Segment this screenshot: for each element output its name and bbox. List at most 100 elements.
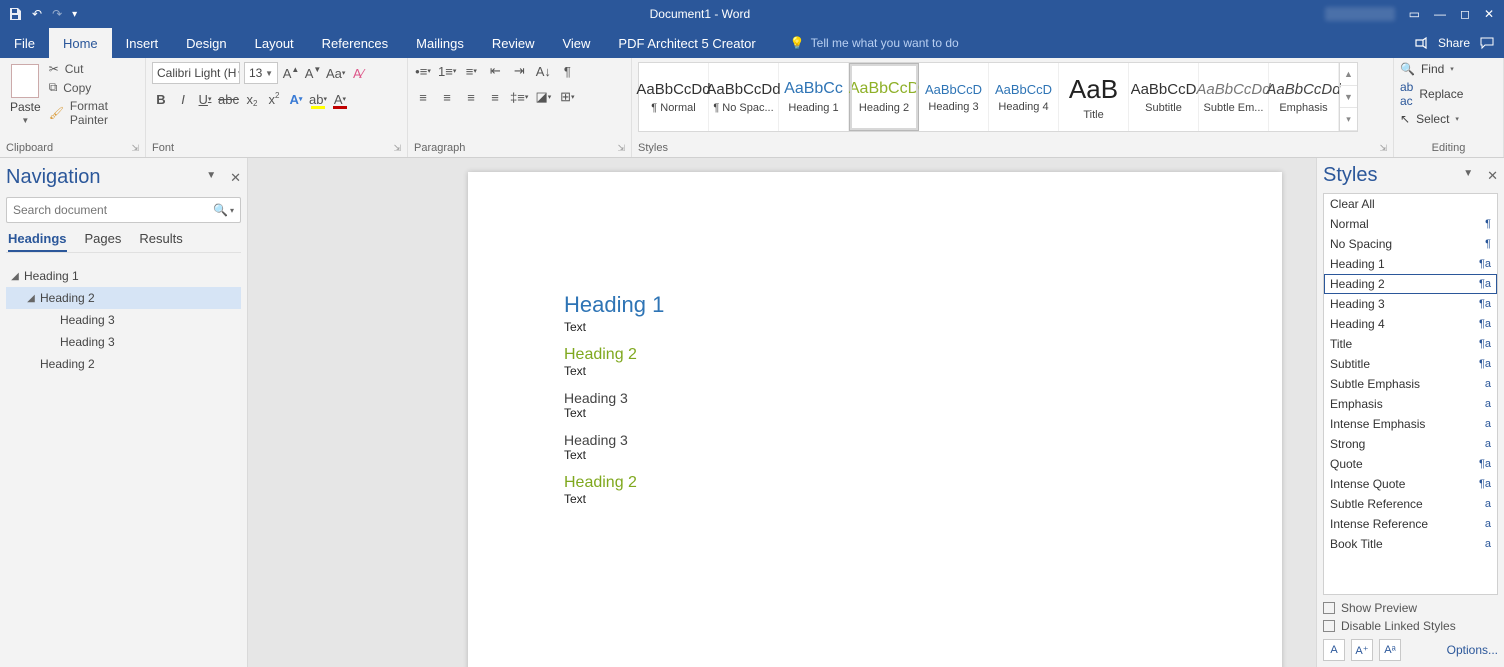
show-preview-checkbox[interactable]: Show Preview xyxy=(1323,601,1498,615)
highlight-button[interactable]: ab▾ xyxy=(309,90,327,108)
style-list-item[interactable]: Subtle Emphasisa xyxy=(1324,374,1497,394)
style-list-item[interactable]: Quote¶a xyxy=(1324,454,1497,474)
style-tile-title[interactable]: AaBTitle xyxy=(1059,63,1129,131)
save-icon[interactable] xyxy=(8,7,22,21)
ribbon-display-icon[interactable]: ▭ xyxy=(1409,7,1420,21)
change-case-button[interactable]: Aa▾ xyxy=(326,64,345,82)
show-marks-button[interactable]: ¶ xyxy=(558,62,576,80)
tab-file[interactable]: File xyxy=(0,28,49,58)
search-icon[interactable]: 🔍 xyxy=(213,203,228,217)
dialog-launcher-icon[interactable]: ⇲ xyxy=(393,139,401,157)
expand-gallery-icon[interactable]: ▾ xyxy=(1340,108,1357,131)
style-tile-subtle-em-[interactable]: AaBbCcDdSubtle Em... xyxy=(1199,63,1269,131)
doc-text[interactable]: Text xyxy=(564,320,1186,334)
close-pane-icon[interactable]: ✕ xyxy=(1487,168,1498,184)
style-list-item[interactable]: Subtle Referencea xyxy=(1324,494,1497,514)
font-color-button[interactable]: A▾ xyxy=(331,90,349,108)
grow-font-button[interactable]: A▲ xyxy=(282,64,300,82)
style-inspector-button[interactable]: A⁺ xyxy=(1351,639,1373,661)
text-effects-button[interactable]: A▾ xyxy=(287,90,305,108)
nav-heading-item[interactable]: ◢Heading 2 xyxy=(6,287,241,309)
disable-linked-checkbox[interactable]: Disable Linked Styles xyxy=(1323,619,1498,633)
close-pane-icon[interactable]: ✕ xyxy=(230,170,241,186)
tab-mailings[interactable]: Mailings xyxy=(402,28,478,58)
replace-button[interactable]: abacReplace xyxy=(1400,80,1463,108)
tab-insert[interactable]: Insert xyxy=(112,28,173,58)
bold-button[interactable]: B xyxy=(152,90,170,108)
align-center-button[interactable]: ≡ xyxy=(438,88,456,106)
style-tile-heading-2[interactable]: AaBbCcDHeading 2 xyxy=(849,63,919,131)
nav-heading-item[interactable]: Heading 2 xyxy=(6,353,241,375)
subscript-button[interactable]: x2 xyxy=(243,90,261,108)
style-list-item[interactable]: Heading 2¶a xyxy=(1324,274,1497,294)
bullets-button[interactable]: •≡▾ xyxy=(414,62,432,80)
style-tile-heading-4[interactable]: AaBbCcDHeading 4 xyxy=(989,63,1059,131)
doc-text[interactable]: Text xyxy=(564,492,1186,506)
italic-button[interactable]: I xyxy=(174,90,192,108)
style-list-item[interactable]: Intense Emphasisa xyxy=(1324,414,1497,434)
tab-home[interactable]: Home xyxy=(49,28,112,58)
shading-button[interactable]: ◪▾ xyxy=(534,88,552,106)
style-list-item[interactable]: Heading 3¶a xyxy=(1324,294,1497,314)
style-list-item[interactable]: Stronga xyxy=(1324,434,1497,454)
underline-button[interactable]: U▾ xyxy=(196,90,214,108)
style-list-item[interactable]: Normal¶ xyxy=(1324,214,1497,234)
undo-icon[interactable]: ↶ xyxy=(32,7,42,21)
redo-icon[interactable]: ↷ xyxy=(52,7,62,21)
cut-button[interactable]: ✂Cut xyxy=(49,62,139,76)
pane-options-icon[interactable]: ▼ xyxy=(1463,168,1473,184)
doc-h2[interactable]: Heading 2 xyxy=(564,474,1186,492)
style-list-item[interactable]: Heading 4¶a xyxy=(1324,314,1497,334)
borders-button[interactable]: ⊞▾ xyxy=(558,88,576,106)
style-list-item[interactable]: No Spacing¶ xyxy=(1324,234,1497,254)
nav-tab-pages[interactable]: Pages xyxy=(85,231,122,252)
share-button[interactable]: Share xyxy=(1438,36,1470,50)
manage-styles-button[interactable]: Aᵃ xyxy=(1379,639,1401,661)
doc-text[interactable]: Text xyxy=(564,364,1186,378)
copy-button[interactable]: ⧉Copy xyxy=(49,80,139,95)
tell-me-search[interactable]: 💡 Tell me what you want to do xyxy=(770,28,959,58)
font-size-combo[interactable]: 13▼ xyxy=(244,62,278,84)
numbering-button[interactable]: 1≡▾ xyxy=(438,62,456,80)
format-painter-button[interactable]: 🖌Format Painter xyxy=(49,99,139,127)
document-page[interactable]: Heading 1TextHeading 2TextHeading 3TextH… xyxy=(468,172,1282,667)
sort-button[interactable]: A↓ xyxy=(534,62,552,80)
increase-indent-button[interactable]: ⇥ xyxy=(510,62,528,80)
decrease-indent-button[interactable]: ⇤ xyxy=(486,62,504,80)
close-icon[interactable]: ✕ xyxy=(1484,7,1494,21)
nav-tab-results[interactable]: Results xyxy=(139,231,182,252)
tab-references[interactable]: References xyxy=(308,28,402,58)
multilevel-list-button[interactable]: ≡▾ xyxy=(462,62,480,80)
comments-icon[interactable] xyxy=(1480,36,1494,50)
document-canvas[interactable]: Heading 1TextHeading 2TextHeading 3TextH… xyxy=(248,158,1316,667)
maximize-icon[interactable]: ◻ xyxy=(1460,7,1470,21)
nav-heading-item[interactable]: ◢Heading 1 xyxy=(6,265,241,287)
scroll-down-icon[interactable]: ▼ xyxy=(1340,86,1357,109)
scroll-up-icon[interactable]: ▲ xyxy=(1340,63,1357,86)
search-input[interactable] xyxy=(13,203,213,217)
line-spacing-button[interactable]: ‡≡▾ xyxy=(510,88,528,106)
font-name-combo[interactable]: Calibri Light (H▼ xyxy=(152,62,240,84)
nav-heading-item[interactable]: Heading 3 xyxy=(6,331,241,353)
dialog-launcher-icon[interactable]: ⇲ xyxy=(617,139,625,157)
styles-gallery[interactable]: AaBbCcDd¶ NormalAaBbCcDd¶ No Spac...AaBb… xyxy=(638,62,1358,132)
style-tile-emphasis[interactable]: AaBbCcDdEmphasis xyxy=(1269,63,1339,131)
tab-review[interactable]: Review xyxy=(478,28,549,58)
superscript-button[interactable]: x2 xyxy=(265,90,283,108)
pane-options-icon[interactable]: ▼ xyxy=(206,170,216,186)
strikethrough-button[interactable]: abc xyxy=(218,90,239,108)
new-style-button[interactable]: A xyxy=(1323,639,1345,661)
clear-formatting-button[interactable]: A⁄ xyxy=(349,64,367,82)
minimize-icon[interactable]: — xyxy=(1434,7,1446,21)
style-list-item[interactable]: Title¶a xyxy=(1324,334,1497,354)
style-list-item[interactable]: Heading 1¶a xyxy=(1324,254,1497,274)
style-tile-subtitle[interactable]: AaBbCcDSubtitle xyxy=(1129,63,1199,131)
style-list-item[interactable]: Book Titlea xyxy=(1324,534,1497,554)
align-left-button[interactable]: ≡ xyxy=(414,88,432,106)
gallery-scroll[interactable]: ▲▼▾ xyxy=(1339,63,1357,131)
styles-list[interactable]: Clear AllNormal¶No Spacing¶Heading 1¶aHe… xyxy=(1323,193,1498,595)
navigation-search[interactable]: 🔍▾ xyxy=(6,197,241,223)
align-right-button[interactable]: ≡ xyxy=(462,88,480,106)
doc-h3[interactable]: Heading 3 xyxy=(564,432,1186,448)
doc-h1[interactable]: Heading 1 xyxy=(564,292,1186,318)
